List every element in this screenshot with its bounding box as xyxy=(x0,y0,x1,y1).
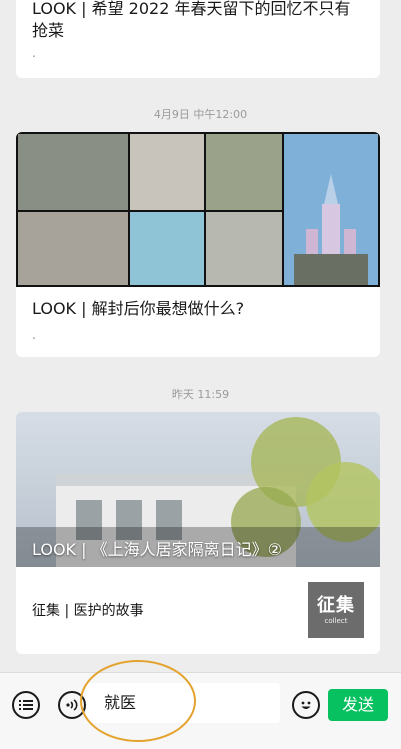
message-feed[interactable]: LOOK | 希望 2022 年春天留下的回忆不只有抢菜 . 4月9日 中午12… xyxy=(0,0,401,672)
thumb-subtext: collect xyxy=(324,616,348,625)
sub-article-title[interactable]: 征集 | 医护的故事 xyxy=(32,600,144,620)
timestamp: 4月9日 中午12:00 xyxy=(153,108,248,121)
input-bar: 就医 发送 xyxy=(0,672,401,749)
article-banner: LOOK | 《上海人居家隔离日记》② xyxy=(16,412,380,567)
collect-thumbnail[interactable]: 征集 collect xyxy=(308,582,364,638)
article-card-2[interactable]: LOOK | 解封后你最想做什么? . xyxy=(16,132,380,357)
article-title: LOOK | 解封后你最想做什么? xyxy=(32,299,245,318)
banner-title: LOOK | 《上海人居家隔离日记》② xyxy=(32,540,282,559)
highlight-ring xyxy=(80,660,196,742)
article-card-1[interactable]: LOOK | 希望 2022 年春天留下的回忆不只有抢菜 . xyxy=(16,0,380,78)
article-desc: . xyxy=(32,328,36,342)
timestamp: 昨天 11:59 xyxy=(171,388,230,401)
send-button[interactable]: 发送 xyxy=(328,689,388,721)
list-icon[interactable] xyxy=(12,691,40,719)
article-title: LOOK | 希望 2022 年春天留下的回忆不只有抢菜 xyxy=(32,0,351,40)
article-desc: . xyxy=(32,46,36,60)
article-card-3[interactable]: LOOK | 《上海人居家隔离日记》② 征集 | 医护的故事 征集 collec… xyxy=(16,412,380,654)
thumb-text: 征集 xyxy=(317,594,355,616)
photo-collage xyxy=(16,132,380,287)
emoji-icon[interactable] xyxy=(292,691,320,719)
